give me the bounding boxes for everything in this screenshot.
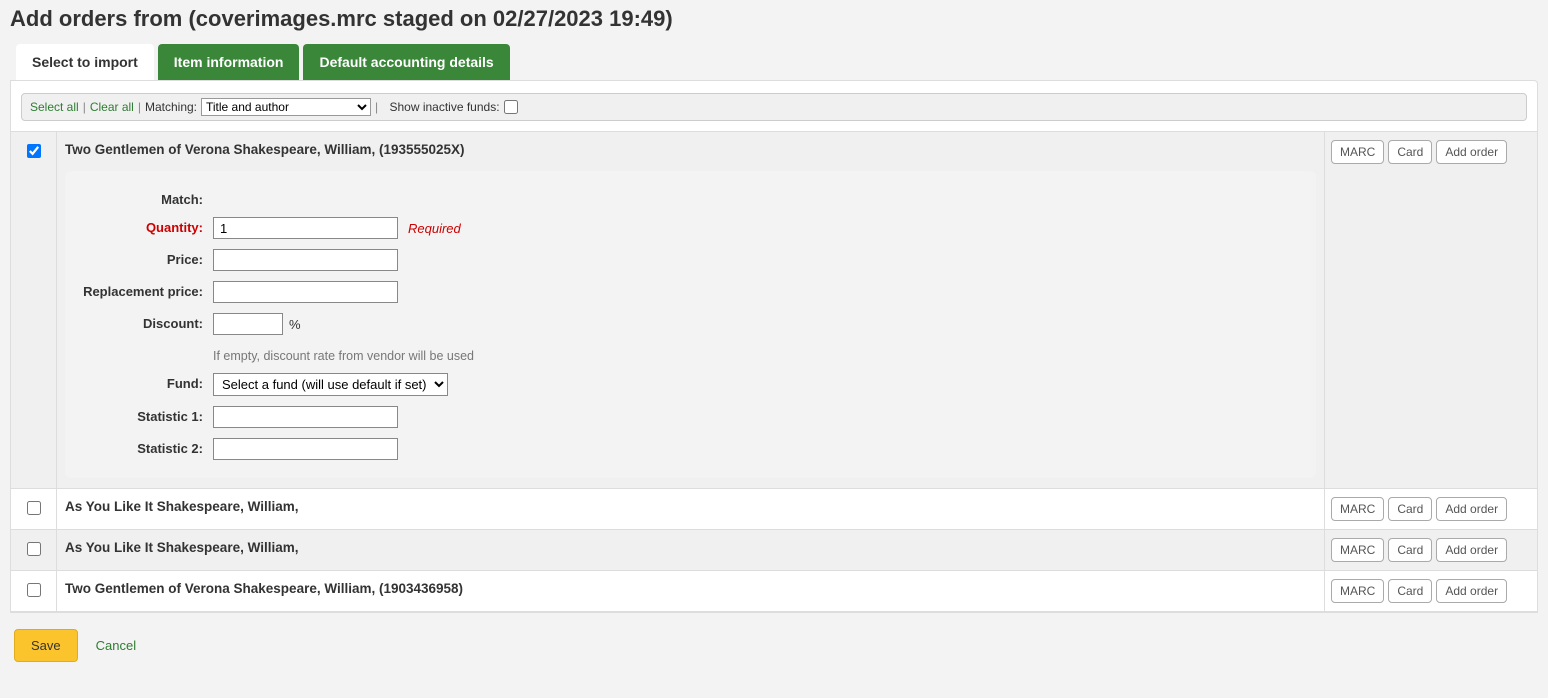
statistic2-input[interactable] — [213, 438, 398, 460]
detail-panel: Match: Quantity: Required Price: — [65, 171, 1316, 478]
quantity-input[interactable] — [213, 217, 398, 239]
fund-select[interactable]: Select a fund (will use default if set) — [213, 373, 448, 396]
separator: | — [83, 100, 86, 114]
tabs: Select to import Item information Defaul… — [16, 44, 1538, 80]
record-row: Two Gentlemen of Verona Shakespeare, Wil… — [11, 132, 1537, 489]
record-checkbox[interactable] — [27, 501, 41, 515]
match-label: Match: — [83, 189, 213, 207]
required-indicator: Required — [408, 221, 461, 236]
fund-label: Fund: — [83, 373, 213, 391]
record-row: As You Like It Shakespeare, William, MAR… — [11, 489, 1537, 530]
discount-label: Discount: — [83, 313, 213, 331]
matching-select[interactable]: Title and author — [201, 98, 371, 116]
record-title: Two Gentlemen of Verona Shakespeare, Wil… — [65, 142, 1316, 157]
select-all-link[interactable]: Select all — [30, 100, 79, 114]
footer: Save Cancel — [10, 613, 1538, 678]
statistic1-input[interactable] — [213, 406, 398, 428]
show-inactive-label: Show inactive funds: — [389, 100, 499, 114]
add-order-button[interactable]: Add order — [1436, 140, 1507, 164]
show-inactive-checkbox[interactable] — [504, 100, 518, 114]
statistic1-label: Statistic 1: — [83, 406, 213, 424]
card-button[interactable]: Card — [1388, 579, 1432, 603]
quantity-label: Quantity: — [83, 217, 213, 235]
record-row: Two Gentlemen of Verona Shakespeare, Wil… — [11, 571, 1537, 612]
clear-all-link[interactable]: Clear all — [90, 100, 134, 114]
discount-unit: % — [289, 317, 301, 332]
separator: | — [375, 100, 378, 114]
page-title: Add orders from (coverimages.mrc staged … — [10, 0, 1538, 44]
statistic2-label: Statistic 2: — [83, 438, 213, 456]
card-button[interactable]: Card — [1388, 538, 1432, 562]
replacement-price-label: Replacement price: — [83, 281, 213, 300]
record-title: Two Gentlemen of Verona Shakespeare, Wil… — [65, 581, 1316, 596]
discount-input[interactable] — [213, 313, 283, 335]
discount-hint: If empty, discount rate from vendor will… — [213, 349, 474, 363]
marc-button[interactable]: MARC — [1331, 140, 1384, 164]
record-checkbox[interactable] — [27, 144, 41, 158]
record-checkbox[interactable] — [27, 542, 41, 556]
replacement-price-input[interactable] — [213, 281, 398, 303]
add-order-button[interactable]: Add order — [1436, 538, 1507, 562]
record-row: As You Like It Shakespeare, William, MAR… — [11, 530, 1537, 571]
save-button[interactable]: Save — [14, 629, 78, 662]
tab-item-information[interactable]: Item information — [158, 44, 300, 80]
card-button[interactable]: Card — [1388, 497, 1432, 521]
record-title: As You Like It Shakespeare, William, — [65, 540, 1316, 555]
price-input[interactable] — [213, 249, 398, 271]
matching-label: Matching: — [145, 100, 197, 114]
tab-select-to-import[interactable]: Select to import — [16, 44, 154, 80]
tab-default-accounting[interactable]: Default accounting details — [303, 44, 509, 80]
toolbar: Select all | Clear all | Matching: Title… — [21, 93, 1527, 121]
marc-button[interactable]: MARC — [1331, 497, 1384, 521]
separator: | — [138, 100, 141, 114]
marc-button[interactable]: MARC — [1331, 538, 1384, 562]
card-button[interactable]: Card — [1388, 140, 1432, 164]
marc-button[interactable]: MARC — [1331, 579, 1384, 603]
price-label: Price: — [83, 249, 213, 267]
record-title: As You Like It Shakespeare, William, — [65, 499, 1316, 514]
tab-panel: Select all | Clear all | Matching: Title… — [10, 80, 1538, 613]
records-list: Two Gentlemen of Verona Shakespeare, Wil… — [11, 131, 1537, 612]
record-checkbox[interactable] — [27, 583, 41, 597]
add-order-button[interactable]: Add order — [1436, 497, 1507, 521]
cancel-link[interactable]: Cancel — [96, 638, 136, 653]
add-order-button[interactable]: Add order — [1436, 579, 1507, 603]
